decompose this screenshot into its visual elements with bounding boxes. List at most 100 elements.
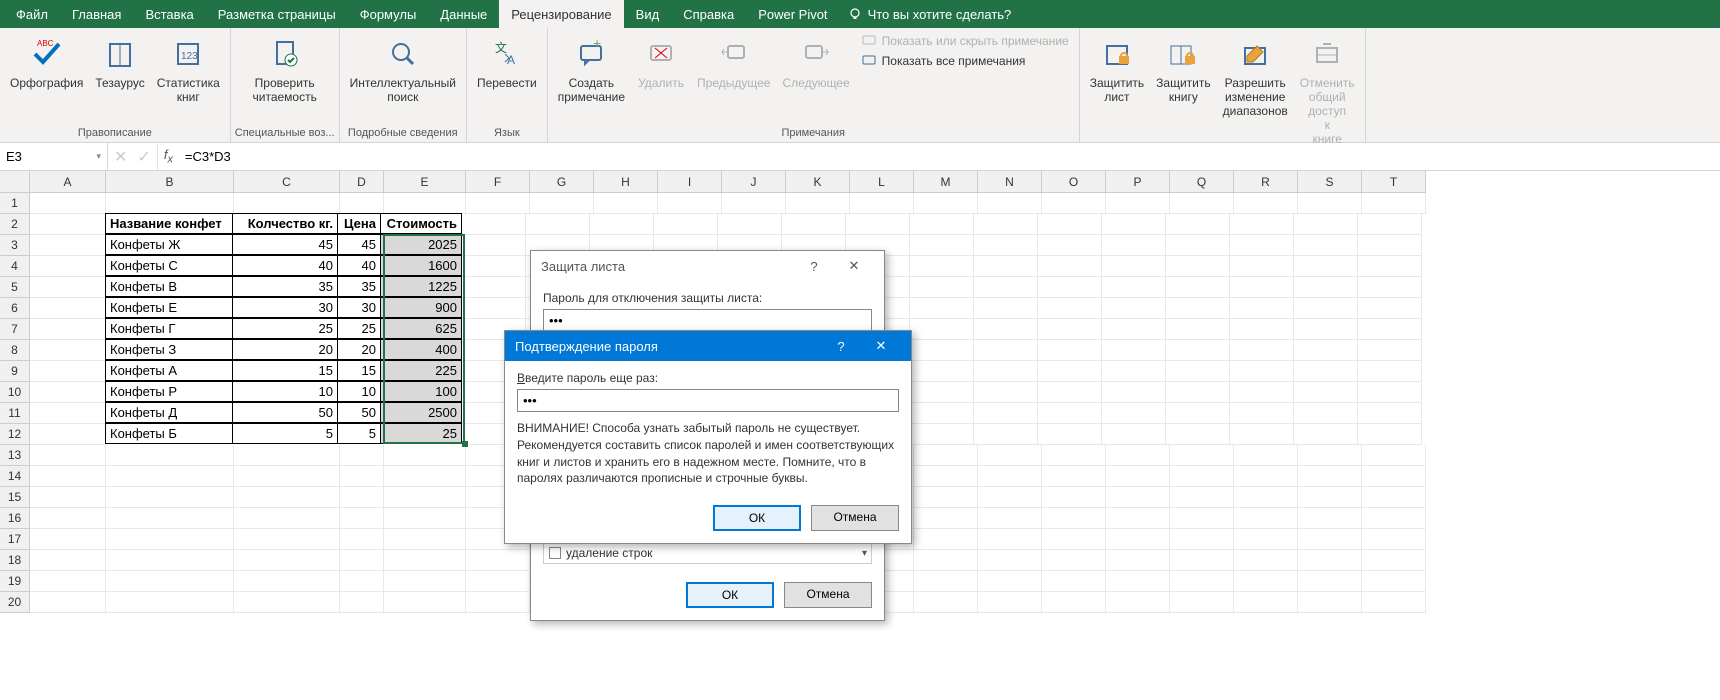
cell[interactable]: Конфеты Р [105, 381, 233, 402]
cell[interactable] [462, 214, 526, 235]
cell[interactable] [978, 445, 1042, 466]
cell[interactable] [384, 193, 466, 214]
row-header-5[interactable]: 5 [0, 277, 30, 298]
cell[interactable] [30, 298, 106, 319]
cell[interactable] [1102, 319, 1166, 340]
cell[interactable] [978, 508, 1042, 529]
cell[interactable] [1358, 319, 1422, 340]
cell[interactable] [1234, 550, 1298, 571]
close-icon[interactable]: ✕ [834, 258, 874, 274]
cell[interactable] [1170, 445, 1234, 466]
cell[interactable] [974, 361, 1038, 382]
cell[interactable] [910, 382, 974, 403]
cell[interactable] [1102, 340, 1166, 361]
cell[interactable] [1358, 340, 1422, 361]
cell[interactable]: Конфеты Г [105, 318, 233, 339]
cell[interactable] [1230, 340, 1294, 361]
cell[interactable] [1106, 550, 1170, 571]
row-header-17[interactable]: 17 [0, 529, 30, 550]
cell[interactable] [466, 571, 530, 592]
col-header-Q[interactable]: Q [1170, 171, 1234, 193]
cell[interactable] [1106, 592, 1170, 613]
cell[interactable] [106, 592, 234, 613]
cell[interactable] [106, 466, 234, 487]
show-all-button[interactable]: Показать все примечания [862, 54, 1069, 68]
col-header-P[interactable]: P [1106, 171, 1170, 193]
row-header-18[interactable]: 18 [0, 550, 30, 571]
cell[interactable] [30, 361, 106, 382]
cell[interactable] [1106, 529, 1170, 550]
accept-icon[interactable]: ✓ [137, 147, 150, 167]
col-header-H[interactable]: H [594, 171, 658, 193]
cell[interactable] [234, 571, 340, 592]
cell[interactable] [234, 550, 340, 571]
cell[interactable] [786, 193, 850, 214]
cell[interactable] [910, 256, 974, 277]
cell[interactable] [526, 214, 590, 235]
cell[interactable]: 25 [232, 318, 338, 339]
cell[interactable]: Конфеты Е [105, 297, 233, 318]
cell[interactable] [384, 508, 466, 529]
cell[interactable] [234, 193, 340, 214]
cell[interactable] [384, 571, 466, 592]
cell[interactable]: 15 [337, 360, 381, 381]
cell[interactable] [340, 508, 384, 529]
cell[interactable] [910, 424, 974, 445]
cell[interactable]: 5 [337, 423, 381, 444]
cell[interactable] [974, 277, 1038, 298]
cell[interactable] [1042, 445, 1106, 466]
cell[interactable] [1294, 403, 1358, 424]
checkbox-delete-rows[interactable]: удаление строк ▾ [543, 542, 872, 564]
cell[interactable] [1166, 235, 1230, 256]
cell[interactable] [106, 529, 234, 550]
cell[interactable] [1170, 466, 1234, 487]
cell[interactable] [594, 193, 658, 214]
cell[interactable] [1166, 340, 1230, 361]
cell[interactable] [1102, 382, 1166, 403]
cell[interactable] [1362, 571, 1426, 592]
col-header-R[interactable]: R [1234, 171, 1298, 193]
cell[interactable] [1294, 298, 1358, 319]
cell[interactable] [340, 592, 384, 613]
row-header-13[interactable]: 13 [0, 445, 30, 466]
cell[interactable] [974, 235, 1038, 256]
cell[interactable] [1230, 424, 1294, 445]
cell[interactable] [234, 487, 340, 508]
cell[interactable] [30, 466, 106, 487]
password-input[interactable] [517, 389, 899, 412]
cell[interactable] [978, 466, 1042, 487]
cell[interactable] [974, 319, 1038, 340]
cell[interactable] [1230, 319, 1294, 340]
cell[interactable]: 625 [380, 318, 462, 339]
col-header-S[interactable]: S [1298, 171, 1362, 193]
cell[interactable] [340, 487, 384, 508]
row-header-15[interactable]: 15 [0, 487, 30, 508]
cell[interactable]: Конфеты В [105, 276, 233, 297]
cell[interactable] [1038, 382, 1102, 403]
cell[interactable] [974, 382, 1038, 403]
password-input[interactable] [543, 309, 872, 332]
cell[interactable] [974, 340, 1038, 361]
cell[interactable]: 40 [232, 255, 338, 276]
new-comment-button[interactable]: +Создатьпримечание [552, 30, 631, 125]
cell[interactable] [1102, 235, 1166, 256]
cell[interactable] [530, 193, 594, 214]
cell[interactable] [1166, 424, 1230, 445]
cell[interactable]: 10 [232, 381, 338, 402]
cell[interactable]: 100 [380, 381, 462, 402]
cell[interactable] [1362, 487, 1426, 508]
cell[interactable] [1234, 487, 1298, 508]
cell[interactable] [910, 361, 974, 382]
cancel-button[interactable]: Отмена [811, 505, 899, 531]
cell[interactable] [106, 487, 234, 508]
col-header-T[interactable]: T [1362, 171, 1426, 193]
cell[interactable]: 20 [337, 339, 381, 360]
cell[interactable] [1230, 235, 1294, 256]
cell[interactable] [30, 193, 106, 214]
cell[interactable]: 25 [380, 423, 462, 444]
cell[interactable] [1102, 214, 1166, 235]
cell[interactable] [846, 214, 910, 235]
cell[interactable]: 1600 [380, 255, 462, 276]
menu-формулы[interactable]: Формулы [348, 0, 429, 28]
cell[interactable] [466, 592, 530, 613]
